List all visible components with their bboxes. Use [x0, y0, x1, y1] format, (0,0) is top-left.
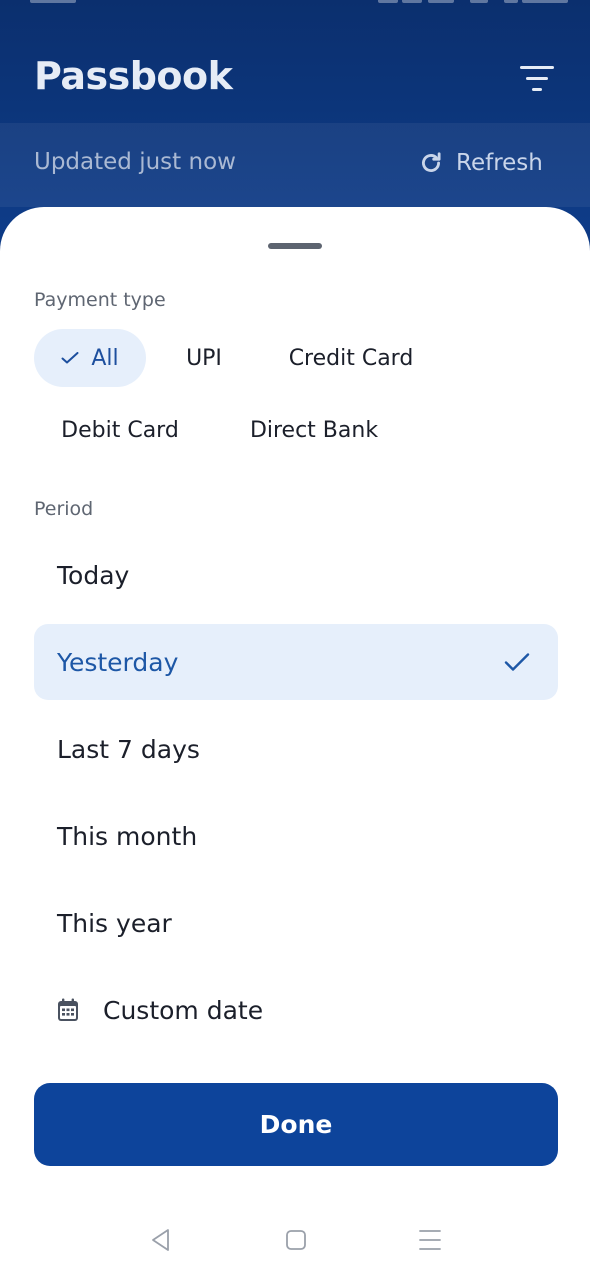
period-option-last-7-days[interactable]: Last 7 days — [34, 711, 558, 787]
sheet-drag-handle[interactable] — [268, 243, 322, 249]
period-option-label: Today — [57, 560, 130, 590]
period-option-label: Last 7 days — [57, 734, 200, 764]
calendar-icon — [58, 998, 78, 1021]
period-option-today[interactable]: Today — [34, 537, 558, 613]
chip-label: Debit Card — [61, 417, 179, 443]
chip-label: All — [91, 345, 119, 371]
status-bar — [0, 0, 590, 10]
app-header: Passbook Updated just now Refresh — [0, 0, 590, 230]
last-updated-text: Updated just now — [34, 149, 236, 175]
check-icon — [504, 653, 530, 671]
chip-all[interactable]: All — [34, 329, 146, 387]
done-button[interactable]: Done — [34, 1083, 558, 1166]
payment-type-label: Payment type — [34, 289, 166, 311]
period-option-label: This year — [57, 908, 172, 938]
filter-icon[interactable] — [520, 66, 554, 92]
chip-upi[interactable]: UPI — [158, 329, 250, 387]
period-option-this-year[interactable]: This year — [34, 885, 558, 961]
chip-direct-bank[interactable]: Direct Bank — [222, 401, 406, 459]
refresh-icon — [422, 152, 441, 172]
refresh-button[interactable]: Refresh — [418, 146, 543, 180]
chip-label: Direct Bank — [249, 417, 379, 443]
period-option-yesterday[interactable]: Yesterday — [34, 624, 558, 700]
menu-icon[interactable] — [417, 1227, 443, 1253]
period-option-label: Yesterday — [57, 647, 179, 677]
page-title: Passbook — [34, 54, 233, 98]
chip-label: Credit Card — [288, 345, 414, 371]
chip-label: UPI — [186, 345, 222, 371]
home-icon[interactable] — [283, 1227, 309, 1253]
chip-debit-card[interactable]: Debit Card — [34, 401, 206, 459]
system-nav-bar — [0, 1205, 590, 1280]
check-icon — [61, 352, 79, 364]
chip-credit-card[interactable]: Credit Card — [262, 329, 440, 387]
period-option-this-month[interactable]: This month — [34, 798, 558, 874]
period-option-label: Custom date — [103, 995, 264, 1025]
refresh-label: Refresh — [456, 150, 543, 176]
period-label: Period — [34, 498, 94, 520]
period-option-custom-date[interactable]: Custom date — [34, 972, 558, 1048]
back-icon[interactable] — [148, 1227, 174, 1253]
period-option-label: This month — [57, 821, 198, 851]
